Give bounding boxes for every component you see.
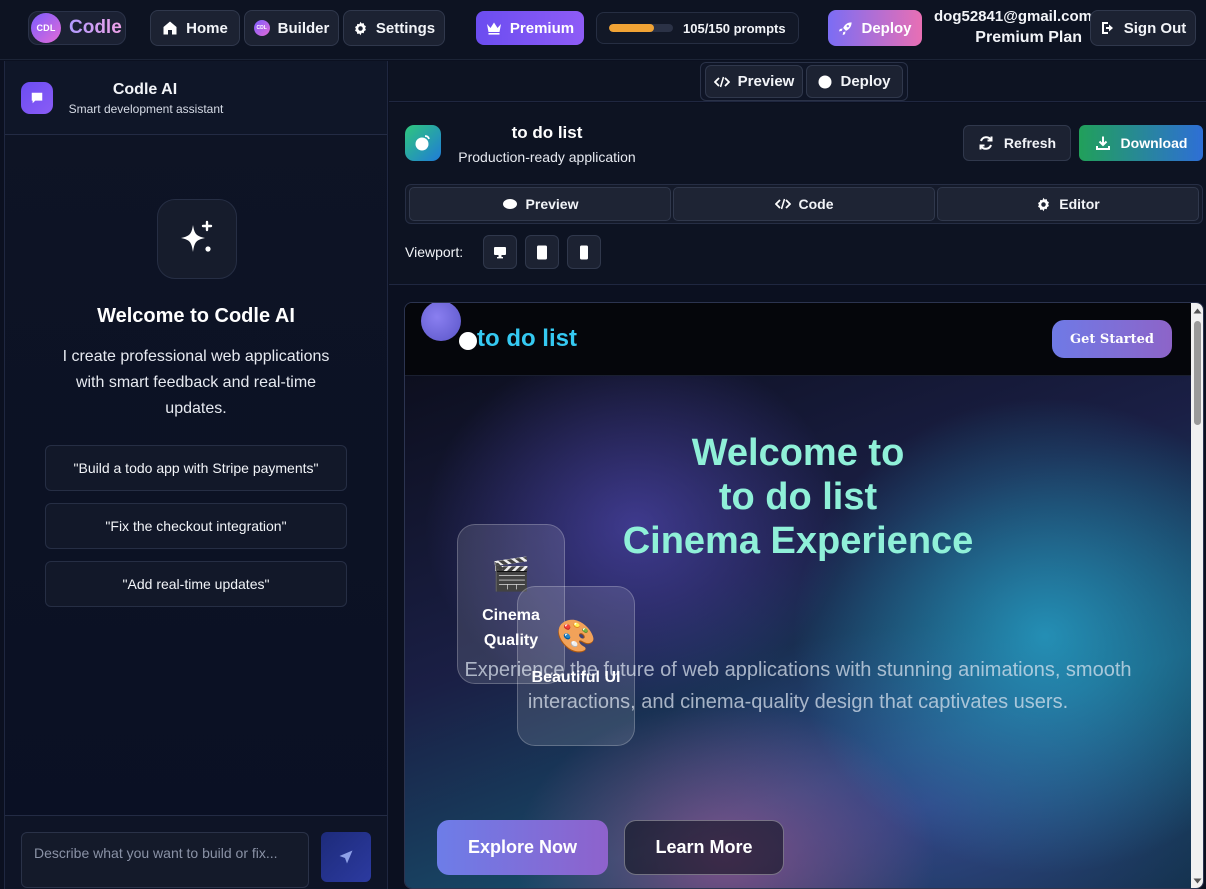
scroll-down-arrow-icon[interactable] [1193,875,1202,887]
assistant-subtitle: Smart development assistant [68,102,224,116]
tab-editor-label: Editor [1059,196,1100,212]
preview-scrollbar[interactable] [1191,303,1203,888]
mode-preview-label: Preview [737,73,795,90]
view-tabs: Preview Code Editor [405,184,1203,224]
refresh-button[interactable]: Refresh [963,125,1071,161]
sign-out-icon [1100,20,1116,36]
chat-bubble-icon [21,82,53,114]
send-button[interactable] [321,832,371,882]
site-hero: Welcome to to do list Cinema Experience … [405,376,1191,888]
download-icon [1095,135,1111,151]
deploy-button[interactable]: Deploy [828,10,922,46]
viewport-label: Viewport: [405,244,464,260]
download-button[interactable]: Download [1079,125,1203,161]
prompt-usage-meter: 105/150 prompts [596,12,799,44]
hero-title-line: to do list [718,476,878,518]
site-logo-icon [459,332,477,350]
sign-out-label: Sign Out [1123,19,1187,37]
learn-more-button[interactable]: Learn More [624,820,784,875]
tab-code[interactable]: Code [673,187,935,221]
site-navbar: to do list Get Started [405,303,1191,376]
project-icon [405,125,441,161]
mobile-icon [579,245,589,260]
builder-badge-icon: CDL [253,20,270,36]
site-brand[interactable]: to do list [477,325,577,353]
refresh-icon [978,135,994,151]
usage-text: 105/150 prompts [683,20,786,36]
sign-out-button[interactable]: Sign Out [1090,10,1196,46]
user-email: dog52841@gmail.com [934,8,1093,25]
nav-home-button[interactable]: Home [150,10,240,46]
download-label: Download [1120,135,1188,151]
premium-button[interactable]: Premium [476,11,584,45]
top-navbar: CDL Codle Home CDL Builder Settings Prem… [0,0,1206,60]
project-subtitle: Production-ready application [458,149,636,165]
welcome-description: I create professional web applications w… [62,348,330,417]
palette-icon: 🎨 [556,618,596,654]
rocket-icon [838,21,853,36]
deploy-label: Deploy [861,19,912,37]
suggestion-chip[interactable]: "Add real-time updates" [45,561,347,607]
nav-builder-label: Builder [277,19,330,37]
tab-preview[interactable]: Preview [409,187,671,221]
mode-switch: Preview Deploy [700,62,908,101]
usage-progress-fill [609,24,654,32]
mode-deploy-button[interactable]: Deploy [806,65,903,98]
chat-input[interactable] [21,832,309,888]
tab-code-label: Code [798,196,834,212]
logo-badge: CDL [31,13,61,43]
assistant-panel: Codle AI Smart development assistant Wel… [4,61,388,889]
code-icon [713,76,730,88]
suggestion-chip[interactable]: "Build a todo app with Stripe payments" [45,445,347,491]
welcome-title: Welcome to Codle AI [97,305,295,327]
home-icon [162,20,178,36]
scroll-up-arrow-icon[interactable] [1193,305,1202,317]
code-icon [774,198,791,210]
suggestion-chip[interactable]: "Fix the checkout integration" [45,503,347,549]
user-plan: Premium Plan [975,29,1082,46]
project-title: to do list [511,123,583,142]
chat-composer [5,815,387,889]
scrollbar-thumb[interactable] [1194,321,1201,425]
viewport-desktop-button[interactable] [483,235,517,269]
circle-icon [818,75,832,89]
crown-icon [486,21,502,35]
tab-editor[interactable]: Editor [937,187,1199,221]
viewport-tablet-button[interactable] [525,235,559,269]
feature-card-ui: 🎨 Beautiful UI [517,586,635,746]
premium-label: Premium [509,19,575,37]
send-icon [338,849,354,865]
explore-now-button[interactable]: Explore Now [437,820,608,875]
app-logo[interactable]: CDL Codle [28,11,126,45]
gear-icon [353,21,368,36]
usage-progress-track [609,24,673,32]
mode-preview-button[interactable]: Preview [705,65,803,98]
nav-builder-button[interactable]: CDL Builder [244,10,339,46]
assistant-header: Codle AI Smart development assistant [5,61,387,135]
site-get-started-button[interactable]: Get Started [1052,320,1172,358]
mode-deploy-label: Deploy [840,73,891,90]
tab-preview-label: Preview [525,196,579,212]
preview-frame[interactable]: to do list Get Started Welcome to to do … [404,302,1204,889]
refresh-label: Refresh [1003,135,1057,151]
feature-card-label: Beautiful UI [531,669,621,686]
nav-settings-label: Settings [375,19,436,37]
project-toolbar: to do list Production-ready application … [389,103,1206,285]
assistant-title: Codle AI [112,81,178,98]
eye-icon [502,198,518,210]
desktop-icon [493,246,507,259]
logo-text: Codle [69,17,122,38]
gear-icon [1036,197,1051,212]
workspace-mode-bar: Preview Deploy [389,61,1206,102]
nav-home-label: Home [186,19,228,37]
viewport-mobile-button[interactable] [567,235,601,269]
site-orb-decoration [421,303,461,341]
sparkles-icon [157,199,237,279]
nav-settings-button[interactable]: Settings [343,10,445,46]
hero-title-line: Welcome to [691,432,905,474]
tablet-icon [536,245,548,260]
